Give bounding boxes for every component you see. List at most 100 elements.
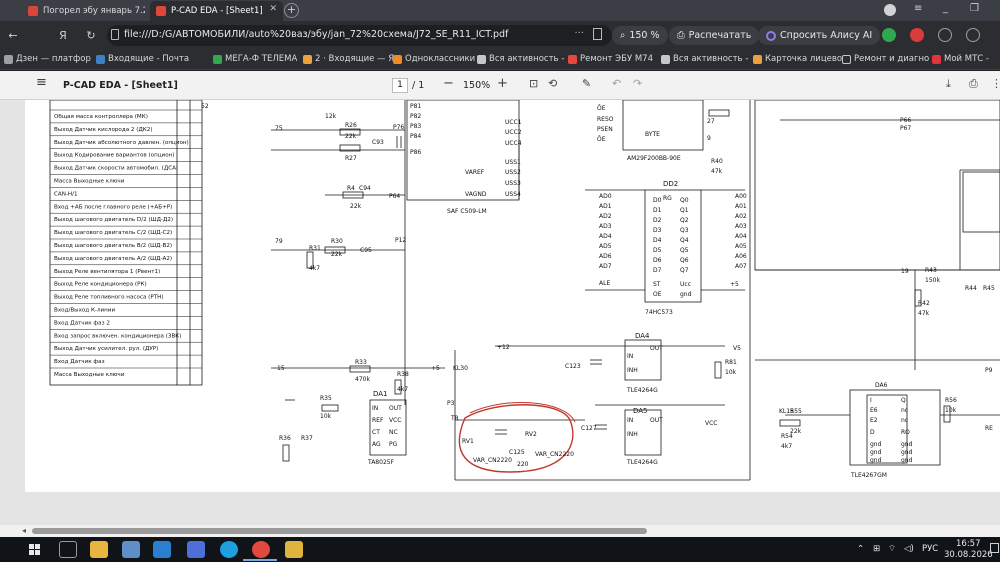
notifications-icon[interactable]: [990, 543, 999, 553]
back-button[interactable]: ←: [4, 27, 22, 45]
tab-close-icon[interactable]: ✕: [269, 4, 277, 14]
pdf-title: P-CAD EDA - [Sheet1]: [63, 80, 178, 91]
folder-icon[interactable]: [285, 541, 303, 558]
bookmark-item[interactable]: Вся активность -: [477, 54, 564, 64]
more-vert-icon[interactable]: ⋮: [991, 77, 1000, 90]
svg-text:R33: R33: [355, 359, 367, 366]
pdf-zoom-value[interactable]: 150%: [463, 80, 490, 91]
bookmark-item[interactable]: Одноклассники: [393, 54, 475, 64]
svg-text:C127: C127: [581, 425, 597, 432]
tray-chevron-icon[interactable]: ⌃: [857, 544, 864, 554]
svg-text:R42: R42: [918, 300, 930, 307]
adblock-icon[interactable]: [910, 28, 924, 42]
tab-ecu-january[interactable]: Погорел эбу январь 7.2 н: [22, 1, 145, 21]
extensions-icon[interactable]: [938, 28, 952, 42]
svg-text:R45: R45: [983, 285, 995, 292]
svg-text:C125: C125: [509, 449, 525, 456]
downloads-icon[interactable]: [966, 28, 980, 42]
rotate-icon[interactable]: ⟲: [548, 77, 557, 90]
address-field[interactable]: file:///D:/G/АВТОМОБИЛИ/auto%20ваз/эбу/j…: [107, 25, 612, 46]
yandex-browser-icon[interactable]: [252, 541, 270, 558]
menu-icon[interactable]: ≡: [914, 3, 922, 14]
shield-icon[interactable]: [882, 28, 896, 42]
pdf-viewer[interactable]: Общая масса контроллера (МК) Выход Датчик…: [0, 100, 1000, 525]
tab-favicon-icon: [28, 6, 38, 16]
table-row-label: Выход шагового двигатель A/2 (ШД-А2): [54, 256, 172, 262]
svg-text:R56: R56: [945, 397, 957, 404]
profile-avatar-icon[interactable]: [884, 4, 896, 16]
clock-date[interactable]: 30.08.2026: [944, 550, 993, 560]
table-row-label: Выход шагового двигатель C/2 (ШД-С2): [54, 230, 172, 236]
bookmark-item[interactable]: Ремонт и диагно: [842, 54, 929, 64]
people-icon[interactable]: [187, 541, 205, 558]
mail-icon: [303, 54, 312, 64]
reload-button[interactable]: ↻: [82, 27, 100, 45]
zoom-out-button[interactable]: −: [443, 76, 454, 91]
bookmark-item[interactable]: Мой МТС -: [932, 54, 989, 64]
clock-time[interactable]: 16:57: [956, 539, 981, 549]
table-row-label: Масса Выходные ключи: [54, 372, 125, 378]
alice-button[interactable]: Спросить Алису AI: [758, 26, 881, 45]
language-indicator[interactable]: РУС: [922, 544, 938, 554]
horizontal-scrollbar[interactable]: ◂: [0, 525, 1000, 537]
fit-page-icon[interactable]: ⊡: [529, 77, 538, 90]
app-icon[interactable]: [122, 541, 140, 558]
task-view-icon[interactable]: [59, 541, 77, 558]
app-icon[interactable]: [153, 541, 171, 558]
scrollbar-thumb[interactable]: [32, 528, 647, 534]
bookmark-item[interactable]: 2 · Входящие — Я: [303, 54, 394, 64]
bookmark-label: Вся активность -: [489, 54, 565, 64]
start-icon[interactable]: [29, 544, 40, 555]
new-tab-button[interactable]: +: [284, 3, 299, 18]
yandex-button[interactable]: Я: [54, 27, 72, 45]
print-button[interactable]: ⎙ Распечатать: [669, 26, 760, 45]
zoom-in-button[interactable]: +: [497, 76, 508, 91]
bookmark-item[interactable]: МЕГА-Ф ТЕЛЕМА: [213, 54, 297, 64]
more-icon[interactable]: ···: [574, 28, 584, 39]
bookmark-item[interactable]: Вся активность -: [661, 54, 748, 64]
ok-icon: [393, 54, 402, 64]
print-icon[interactable]: ⎙: [969, 77, 978, 91]
page-number-input[interactable]: 1: [392, 78, 408, 93]
svg-text:Q: Q: [901, 397, 906, 404]
svg-text:gnd: gnd: [870, 441, 882, 448]
bookmark-item[interactable]: Ремонт ЭБУ M74: [568, 54, 653, 64]
svg-text:BYTE: BYTE: [645, 131, 660, 138]
sidebar-menu-icon[interactable]: ≡: [36, 75, 47, 90]
draw-icon[interactable]: ✎: [582, 77, 591, 90]
wifi-icon[interactable]: ⌔: [888, 544, 896, 554]
svg-text:KL30: KL30: [453, 365, 468, 372]
undo-icon[interactable]: ↶: [612, 77, 621, 90]
start-tile: [29, 550, 34, 555]
store-icon[interactable]: [90, 541, 108, 558]
table-row-label: Выход шагового двигатель D/2 (ШД-Д2): [54, 217, 173, 223]
alice-icon: [766, 30, 776, 41]
download-icon[interactable]: ⤓: [946, 77, 951, 91]
tab-label: Погорел эбу январь 7.2 н: [43, 6, 145, 16]
network-icon[interactable]: ⊞: [873, 544, 880, 554]
svg-text:VAR_CN2220: VAR_CN2220: [535, 451, 574, 458]
redo-icon[interactable]: ↷: [633, 77, 642, 90]
edge-icon[interactable]: [220, 541, 238, 558]
svg-text:ŌE: ŌE: [597, 136, 606, 143]
svg-text:UCC1: UCC1: [505, 119, 522, 126]
svg-text:IN: IN: [627, 417, 633, 424]
active-app-indicator: [243, 559, 277, 561]
svg-text:+5: +5: [431, 365, 440, 372]
svg-text:nc: nc: [901, 417, 908, 424]
zoom-pill[interactable]: ⌕ 150 %: [612, 26, 668, 45]
bookmark-item[interactable]: Карточка лицево: [753, 54, 842, 64]
volume-icon[interactable]: ◁): [904, 544, 914, 554]
mail-icon: [96, 54, 105, 64]
svg-text:VCC: VCC: [389, 417, 401, 424]
bookmark-item[interactable]: Дзен — платфор: [4, 54, 91, 64]
svg-text:75: 75: [275, 125, 283, 132]
bookmark-icon[interactable]: [593, 28, 602, 40]
tab-pcad-sheet1[interactable]: P-CAD EDA - [Sheet1] ✕: [150, 1, 283, 21]
minimize-icon[interactable]: _: [943, 3, 948, 14]
restore-icon[interactable]: ❐: [970, 3, 979, 14]
svg-text:D: D: [870, 429, 875, 436]
start-tile: [29, 544, 34, 549]
scroll-left-icon[interactable]: ◂: [22, 526, 26, 535]
bookmark-item[interactable]: Входящие - Почта: [96, 54, 189, 64]
